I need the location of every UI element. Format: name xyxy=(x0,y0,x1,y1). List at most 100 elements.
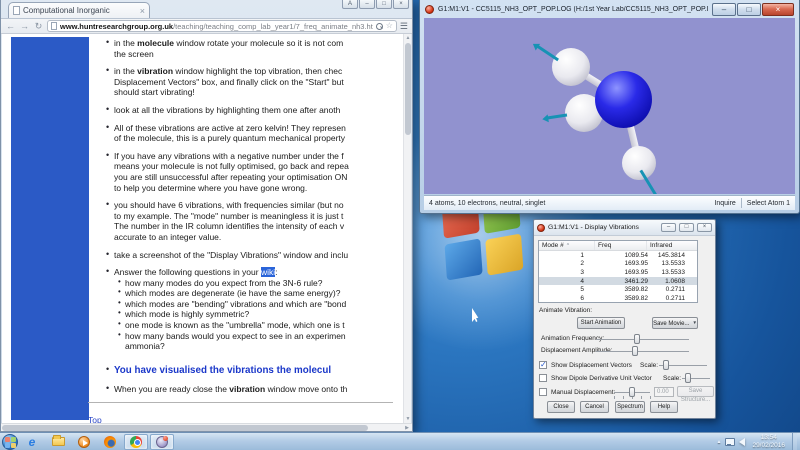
animation-frequency-slider[interactable] xyxy=(634,334,640,344)
nitrogen-atom[interactable] xyxy=(595,71,652,128)
volume-icon[interactable] xyxy=(739,438,745,446)
status-inquire: Inquire xyxy=(714,200,735,207)
maximize-button[interactable]: □ xyxy=(376,0,392,9)
text-line: which modes are "bending" vibrations and… xyxy=(125,299,407,310)
show-dipole-vector-checkbox[interactable] xyxy=(539,374,547,382)
molecule-viewport[interactable] xyxy=(424,18,795,194)
displacement-vector-arrow xyxy=(547,114,567,119)
save-movie-button[interactable]: Save Movie...▼ xyxy=(652,317,698,329)
vibration-row[interactable]: 43461.291.0608 xyxy=(539,277,697,286)
vertical-scroll-thumb[interactable] xyxy=(405,43,411,135)
column-header-infrared[interactable]: Infrared xyxy=(647,241,687,250)
spectrum-button[interactable]: Spectrum xyxy=(615,401,645,413)
taskbar-file-explorer[interactable] xyxy=(46,434,70,450)
hydrogen-atom[interactable] xyxy=(622,146,656,180)
forward-icon[interactable]: → xyxy=(19,22,30,31)
taskbar-clock[interactable]: 13:54 29/02/2016 xyxy=(749,434,788,449)
show-displacement-vectors-checkbox[interactable] xyxy=(539,361,547,369)
url-page-icon xyxy=(51,22,57,30)
firefox-icon xyxy=(104,436,116,448)
vibration-row[interactable]: 31693.9513.5533 xyxy=(539,268,697,277)
taskbar: e ▲ 13:54 29/02/2016 xyxy=(0,432,800,450)
network-icon[interactable] xyxy=(725,438,735,446)
minimize-button[interactable]: – xyxy=(359,0,375,9)
start-button[interactable] xyxy=(2,434,18,450)
close-button[interactable]: Close xyxy=(547,401,575,413)
taskbar-firefox[interactable] xyxy=(98,434,122,450)
minimize-button[interactable]: – xyxy=(661,223,676,232)
horizontal-scroll-thumb[interactable] xyxy=(2,425,368,431)
reload-icon[interactable]: ↻ xyxy=(33,22,44,31)
hydrogen-atom[interactable] xyxy=(552,48,590,86)
tab-title: Computational Inorganic xyxy=(23,6,137,15)
sort-caret-icon: ^ xyxy=(567,243,569,249)
scroll-down-icon[interactable]: ▼ xyxy=(404,415,411,423)
bookmark-star-icon[interactable]: ☆ xyxy=(386,22,393,30)
browser-toolbar: ← → ↻ www.huntresearchgroup.org.uk/teach… xyxy=(1,18,412,34)
url-path: /teaching/teaching_comp_lab_year1/7_freq… xyxy=(173,22,373,31)
manual-displacement-checkbox[interactable] xyxy=(539,388,547,396)
cancel-button[interactable]: Cancel xyxy=(580,401,609,413)
maximize-button[interactable]: □ xyxy=(679,223,694,232)
maximize-button[interactable]: □ xyxy=(737,3,761,16)
vibration-row[interactable]: 63589.820.2711 xyxy=(539,294,697,303)
scroll-up-icon[interactable]: ▲ xyxy=(404,34,411,42)
animation-frequency-track xyxy=(596,339,689,340)
back-icon[interactable]: ← xyxy=(5,22,16,31)
vertical-scrollbar[interactable]: ▲ ▼ xyxy=(403,34,411,423)
text-line: take a screenshot of the "Display Vibrat… xyxy=(114,250,407,261)
vibration-row[interactable]: 11089.54145.3814 xyxy=(539,251,697,260)
tray-expand-icon[interactable]: ▲ xyxy=(717,439,722,445)
vibration-row[interactable]: 21693.9513.5533 xyxy=(539,260,697,269)
top-link[interactable]: Top xyxy=(88,415,102,423)
vectors-scale-slider[interactable] xyxy=(663,360,669,370)
menu-icon[interactable]: ☰ xyxy=(400,22,408,31)
minimize-button[interactable]: – xyxy=(712,3,736,16)
close-button[interactable]: × xyxy=(762,3,794,16)
question-item: which modes are degenerate (ie have the … xyxy=(125,288,407,299)
taskbar-internet-explorer[interactable]: e xyxy=(20,434,44,450)
animation-frequency-label: Animation Frequency: xyxy=(541,335,604,342)
animate-vibration-label: Animate Vibration: xyxy=(539,307,592,314)
vibrations-titlebar[interactable]: G1:M1:V1 - Display Vibrations – □ × xyxy=(534,220,715,236)
close-button[interactable]: × xyxy=(393,0,409,9)
text-line: If you have any vibrations with a negati… xyxy=(114,151,407,162)
dipole-scale-slider[interactable] xyxy=(685,373,691,383)
taskbar-gaussview[interactable] xyxy=(150,434,174,450)
vibration-row[interactable]: 53589.820.2711 xyxy=(539,285,697,294)
browser-tabstrip: Computational Inorganic × A – □ × xyxy=(1,0,412,18)
save-structure-button[interactable]: Save Structure... xyxy=(677,386,714,397)
displacement-vector-arrow xyxy=(537,45,559,61)
browser-tab[interactable]: Computational Inorganic × xyxy=(8,2,150,18)
text-line: accurate to an integer value. xyxy=(114,232,407,243)
zoom-icon[interactable] xyxy=(376,23,383,30)
taskbar-media-player[interactable] xyxy=(72,434,96,450)
help-button[interactable]: Help xyxy=(650,401,678,413)
profile-button[interactable]: A xyxy=(342,0,358,9)
text-line: to help you determine where you have gon… xyxy=(114,183,407,194)
scroll-right-icon[interactable]: ▶ xyxy=(403,424,411,432)
start-animation-button[interactable]: Start Animation xyxy=(577,317,625,329)
show-desktop-button[interactable] xyxy=(792,433,797,450)
taskbar-chrome[interactable] xyxy=(124,434,148,450)
column-header-freq[interactable]: Freq xyxy=(595,241,647,250)
text-line: should start vibrating! xyxy=(114,87,407,98)
vibration-table: Mode #^ Freq Infrared 11089.54145.381421… xyxy=(538,240,698,303)
scale-label: Scale: xyxy=(640,362,658,369)
question-item: which modes are "bending" vibrations and… xyxy=(125,299,407,310)
question-item: which mode is highly symmetric? xyxy=(125,309,407,320)
manual-displacement-value-field[interactable]: 0.00 xyxy=(654,387,674,397)
page-sidebar-block xyxy=(11,37,89,420)
molecule-window-titlebar[interactable]: G1:M1:V1 - CC5115_NH3_OPT_POP.LOG (H:/1s… xyxy=(420,0,799,18)
displacement-amplitude-slider[interactable] xyxy=(632,346,638,356)
tab-close-icon[interactable]: × xyxy=(140,7,145,15)
text-line: to my example. The "mode" number is mean… xyxy=(114,211,407,222)
windows-logo-blue-pane xyxy=(445,238,483,280)
status-select-atom: Select Atom 1 xyxy=(747,200,790,207)
column-header-mode[interactable]: Mode #^ xyxy=(539,241,595,250)
text-line: The number in the IR column identifies t… xyxy=(114,221,407,232)
close-button[interactable]: × xyxy=(697,223,712,232)
horizontal-scrollbar[interactable]: ▶ xyxy=(1,423,412,431)
manual-displacement-slider[interactable] xyxy=(629,387,635,397)
address-bar[interactable]: www.huntresearchgroup.org.uk/teaching/te… xyxy=(47,20,397,32)
